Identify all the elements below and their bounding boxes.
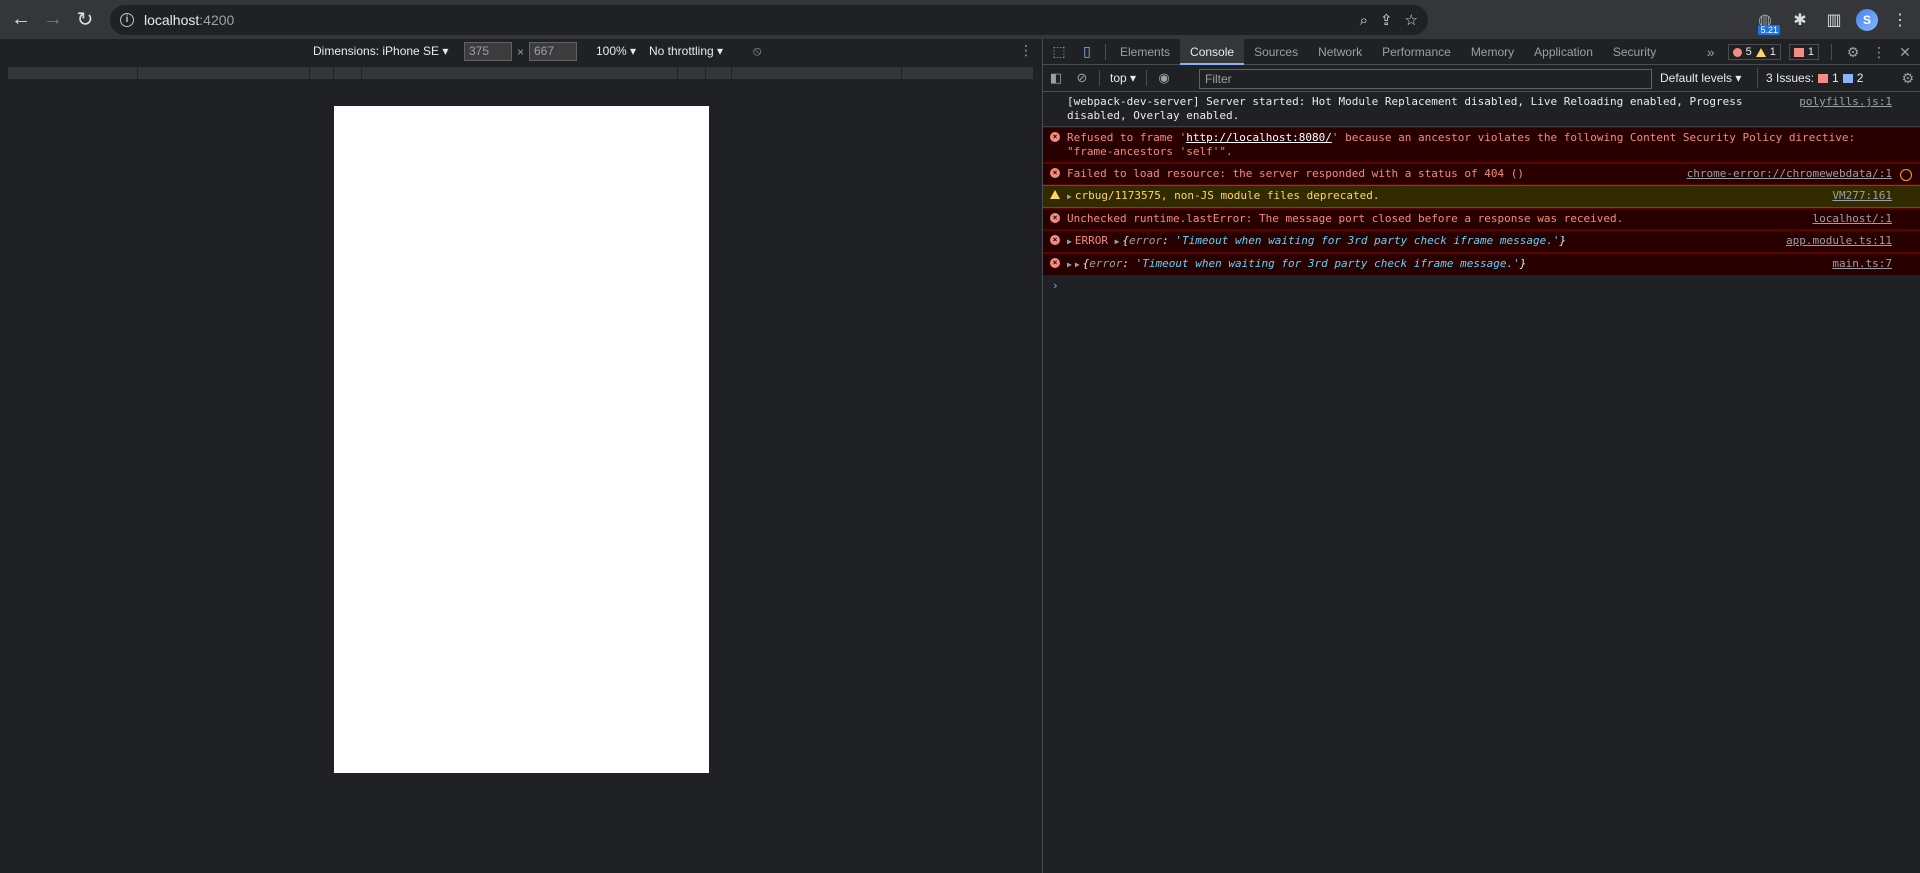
issue-flag-icon: [1793, 47, 1804, 57]
reload-button[interactable]: ↻: [69, 4, 101, 36]
console-message-warning: ▶ crbug/1173575, non-JS module files depr…: [1043, 185, 1920, 208]
avatar[interactable]: S: [1856, 8, 1878, 31]
issue-flag-icon: [1818, 73, 1829, 83]
address-bar[interactable]: i localhost:4200 ⌕ ⇪ ☆: [110, 5, 1428, 35]
warning-icon: [1050, 190, 1060, 199]
eye-icon[interactable]: ◉: [1151, 70, 1177, 86]
expand-triangle-icon[interactable]: ▶: [1067, 237, 1072, 246]
bookmark-star-icon[interactable]: ☆: [1405, 11, 1418, 29]
zoom-select[interactable]: 100% ▾: [596, 44, 636, 58]
clear-console-icon[interactable]: ⊘: [1069, 70, 1095, 86]
error-icon: ×: [1050, 132, 1060, 142]
source-link[interactable]: VM277:161: [1832, 189, 1892, 203]
issues-button[interactable]: 3 Issues: 1 2: [1757, 68, 1863, 88]
sidebar-toggle-icon[interactable]: ◧: [1043, 70, 1069, 86]
console-prompt[interactable]: ›: [1043, 276, 1920, 295]
reload-icon[interactable]: [1900, 169, 1912, 181]
issue-info-icon: [1842, 73, 1853, 83]
url-host: localhost: [144, 12, 200, 28]
extension-button[interactable]: ◍ 5.21: [1752, 7, 1780, 35]
puzzle-icon[interactable]: ✱: [1788, 10, 1812, 30]
tab-memory[interactable]: Memory: [1461, 39, 1524, 65]
tab-application[interactable]: Application: [1524, 39, 1603, 65]
browser-toolbar: ← → ↻ i localhost:4200 ⌕ ⇪ ☆ ◍ 5.21 ✱ ▥ …: [0, 0, 1920, 39]
zoom-icon[interactable]: ⌕: [1360, 12, 1368, 29]
source-link[interactable]: app.module.ts:11: [1786, 234, 1892, 248]
source-link[interactable]: main.ts:7: [1832, 257, 1892, 271]
back-button[interactable]: ←: [5, 4, 37, 36]
times-sign: ×: [517, 45, 525, 59]
reload-icon: ↻: [76, 9, 94, 31]
context-select[interactable]: top ▾: [1104, 71, 1142, 85]
expand-triangle-icon[interactable]: ▶: [1115, 237, 1120, 246]
source-link[interactable]: localhost/:1: [1813, 212, 1892, 226]
console-message-error: × Unchecked runtime.lastError: The messa…: [1043, 208, 1920, 230]
tab-security[interactable]: Security: [1603, 39, 1666, 65]
tab-performance[interactable]: Performance: [1372, 39, 1461, 65]
device-screen[interactable]: [334, 106, 709, 773]
share-icon[interactable]: ⇪: [1380, 11, 1393, 29]
inspect-element-icon[interactable]: ⬚: [1045, 43, 1073, 60]
rotate-icon[interactable]: ⦸: [753, 43, 761, 59]
url-port: :4200: [199, 12, 235, 28]
throttling-select[interactable]: No throttling ▾: [649, 44, 723, 58]
console-message-error: × Failed to load resource: the server re…: [1043, 163, 1920, 185]
arrow-left-icon: ←: [11, 8, 31, 30]
console-message-error: × ▶ ERROR ▶ {error: 'Timeout when waiting …: [1043, 230, 1920, 253]
console-settings-gear-icon[interactable]: ⚙: [1901, 70, 1914, 87]
console-message-info: [webpack-dev-server] Server started: Hot…: [1043, 92, 1920, 127]
media-query-bar[interactable]: [8, 67, 1034, 79]
issues-counter[interactable]: 1: [1788, 44, 1819, 60]
expand-triangle-icon[interactable]: ▶: [1075, 260, 1080, 269]
error-icon: ×: [1050, 258, 1060, 268]
info-icon[interactable]: i: [120, 13, 134, 27]
warning-icon: [1755, 47, 1766, 57]
filter-input[interactable]: Filter: [1199, 69, 1652, 89]
tab-console[interactable]: Console: [1180, 38, 1245, 65]
message-link[interactable]: http://localhost:8080/: [1186, 131, 1332, 144]
settings-gear-icon[interactable]: ⚙: [1844, 44, 1862, 61]
kebab-menu-icon[interactable]: ⋮: [1888, 10, 1912, 30]
more-tabs-icon[interactable]: »: [1702, 44, 1720, 60]
tab-sources[interactable]: Sources: [1244, 39, 1308, 65]
close-icon[interactable]: ✕: [1896, 44, 1914, 61]
source-link[interactable]: polyfills.js:1: [1799, 95, 1892, 109]
error-icon: [1732, 47, 1742, 57]
expand-triangle-icon[interactable]: ▶: [1067, 260, 1072, 269]
devtools-tabbar: ⬚ ▯ Elements Console Sources Network Per…: [1043, 38, 1920, 65]
error-icon: ×: [1050, 213, 1060, 223]
device-toggle-icon[interactable]: ▯: [1073, 43, 1101, 60]
tab-network[interactable]: Network: [1308, 39, 1372, 65]
extension-badge: 5.21: [1758, 24, 1780, 35]
error-warning-counter[interactable]: 5 1: [1727, 44, 1781, 60]
side-panel-icon[interactable]: ▥: [1822, 10, 1846, 30]
height-input[interactable]: 667: [529, 42, 577, 61]
more-options-icon[interactable]: ⋮: [1019, 42, 1033, 59]
console-toolbar: ◧ ⊘ top ▾ ◉ Filter Default levels ▾ 3 Is…: [1043, 65, 1920, 92]
device-viewport-area: Dimensions: iPhone SE ▾ 375 × 667 100% ▾…: [0, 39, 1042, 873]
tab-elements[interactable]: Elements: [1110, 39, 1180, 65]
forward-button[interactable]: →: [37, 4, 69, 36]
error-icon: ×: [1050, 235, 1060, 245]
error-icon: ×: [1050, 168, 1060, 178]
source-link[interactable]: chrome-error://chromewebdata/:1: [1687, 167, 1892, 181]
device-toolbar: Dimensions: iPhone SE ▾ 375 × 667 100% ▾…: [0, 39, 1042, 65]
width-input[interactable]: 375: [464, 42, 512, 61]
devtools-panel: ⬚ ▯ Elements Console Sources Network Per…: [1043, 38, 1920, 873]
console-message-error: × Refused to frame 'http://localhost:808…: [1043, 127, 1920, 163]
dimensions-select[interactable]: Dimensions: iPhone SE ▾: [313, 44, 448, 58]
console-message-error: × ▶ ▶ {error: 'Timeout when waiting for 3r…: [1043, 253, 1920, 276]
expand-triangle-icon[interactable]: ▶: [1067, 192, 1072, 201]
console-log: [webpack-dev-server] Server started: Hot…: [1043, 92, 1920, 295]
log-levels-select[interactable]: Default levels ▾: [1660, 71, 1741, 85]
arrow-right-icon: →: [43, 8, 63, 30]
kebab-menu-icon[interactable]: ⋮: [1870, 44, 1888, 61]
